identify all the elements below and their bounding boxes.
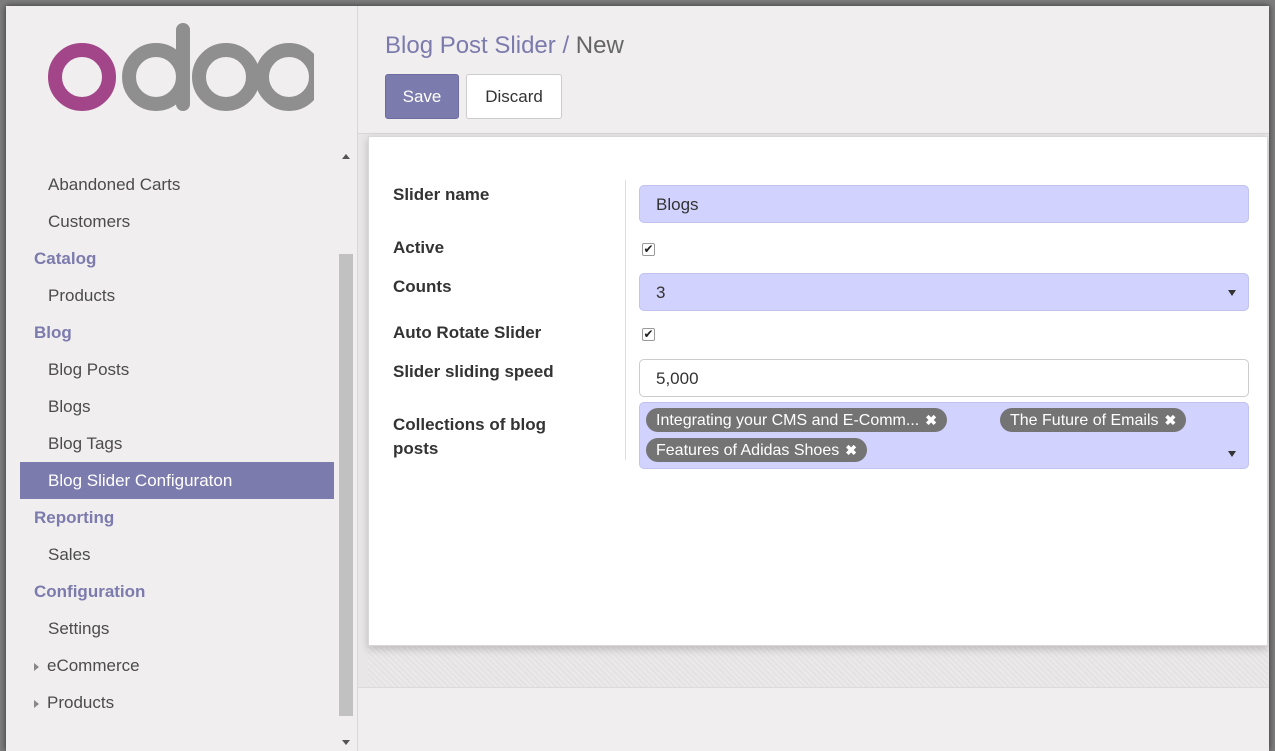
tag-label: Features of Adidas Shoes <box>656 442 840 459</box>
active-label: Active <box>393 238 445 257</box>
control-panel: Blog Post Slider / New Save Discard <box>358 6 1269 134</box>
collections-label-line2: posts <box>393 439 439 458</box>
caret-right-icon <box>34 662 39 671</box>
form-divider <box>625 180 626 460</box>
slider-name-input[interactable]: Blogs <box>639 185 1249 223</box>
sidebar-item-blog-slider-configuraton[interactable]: Blog Slider Configuraton <box>20 462 334 499</box>
sidebar-header-reporting: Reporting <box>20 499 334 536</box>
sidebar-item-label: Products <box>48 286 116 305</box>
remove-tag-icon[interactable]: ✖ <box>1165 412 1177 428</box>
app-window: Abandoned Carts Customers Catalog Products B… <box>6 6 1269 751</box>
check-icon: ✔ <box>643 327 654 341</box>
check-icon: ✔ <box>643 242 654 256</box>
sidebar-item-label: Settings <box>48 619 110 638</box>
remove-tag-icon[interactable]: ✖ <box>845 442 857 458</box>
save-button[interactable]: Save <box>385 74 459 119</box>
tag-label: The Future of Emails <box>1010 412 1159 429</box>
sidebar-item-blog-tags[interactable]: Blog Tags <box>20 425 334 462</box>
sidebar-menu: Abandoned Carts Customers Catalog Products B… <box>20 166 334 721</box>
sidebar-item-label: Customers <box>48 212 131 231</box>
sidebar-item-label: eCommerce <box>47 656 140 675</box>
collections-tags-input[interactable]: Integrating your CMS and E-Comm... ✖ The … <box>639 402 1249 469</box>
sidebar-item-blogs[interactable]: Blogs <box>20 388 334 425</box>
sidebar-item-products[interactable]: Products <box>20 277 334 314</box>
sidebar-item-label: Abandoned Carts <box>48 175 181 194</box>
auto-rotate-label: Auto Rotate Slider <box>393 323 542 342</box>
sidebar-header-catalog: Catalog <box>20 240 334 277</box>
odoo-logo <box>48 23 314 111</box>
sidebar-item-label: Blogs <box>48 397 91 416</box>
sidebar-header-label: Configuration <box>34 582 146 601</box>
tag-label: Integrating your CMS and E-Comm... <box>656 412 920 429</box>
sidebar-header-label: Catalog <box>34 249 97 268</box>
sidebar-item-products[interactable]: Products <box>20 684 334 721</box>
counts-value: 3 <box>656 283 666 302</box>
breadcrumb-separator: / <box>562 32 570 59</box>
sidebar-item-ecommerce[interactable]: eCommerce <box>20 647 334 684</box>
counts-select[interactable]: 3 <box>639 273 1249 311</box>
scroll-down-arrow-icon[interactable] <box>342 740 350 745</box>
main-content: Blog Post Slider / New Save Discard Slid… <box>358 6 1269 751</box>
tag-chip[interactable]: Integrating your CMS and E-Comm... ✖ <box>646 408 947 432</box>
collections-label: Collections of blog posts <box>393 413 546 461</box>
sidebar-item-label: Products <box>47 693 115 712</box>
auto-rotate-checkbox[interactable]: ✔ <box>642 328 655 341</box>
sidebar-item-abandoned-carts[interactable]: Abandoned Carts <box>20 166 334 203</box>
sidebar-item-label: Blog Posts <box>48 360 130 379</box>
speed-input[interactable]: 5,000 <box>639 359 1249 397</box>
dropdown-arrow-icon <box>1228 290 1236 296</box>
breadcrumb: Blog Post Slider / New <box>385 32 624 60</box>
sidebar-item-label: Blog Tags <box>48 434 123 453</box>
breadcrumb-parent-link[interactable]: Blog Post Slider <box>385 32 556 59</box>
sheet-bottom-hatch <box>368 647 1268 687</box>
sidebar-item-label: Sales <box>48 545 91 564</box>
sidebar-header-label: Blog <box>34 323 72 342</box>
form-sheet: Slider name Active Counts Auto Rotate Sl… <box>368 136 1268 646</box>
breadcrumb-current: New <box>575 32 624 59</box>
slider-name-label: Slider name <box>393 185 490 204</box>
scroll-thumb[interactable] <box>339 254 353 716</box>
sidebar-header-blog: Blog <box>20 314 334 351</box>
sidebar-item-customers[interactable]: Customers <box>20 203 334 240</box>
sidebar-item-settings[interactable]: Settings <box>20 610 334 647</box>
tag-chip[interactable]: The Future of Emails ✖ <box>1000 408 1187 432</box>
sidebar-item-label: Blog Slider Configuraton <box>48 471 233 490</box>
sidebar-scrollbar[interactable] <box>336 144 356 751</box>
sidebar-item-blog-posts[interactable]: Blog Posts <box>20 351 334 388</box>
sidebar-header-configuration: Configuration <box>20 573 334 610</box>
speed-label: Slider sliding speed <box>393 362 554 381</box>
chatter-area <box>358 687 1269 751</box>
sidebar: Abandoned Carts Customers Catalog Products B… <box>6 6 358 751</box>
tag-chip[interactable]: Features of Adidas Shoes ✖ <box>646 438 867 462</box>
discard-button[interactable]: Discard <box>466 74 562 119</box>
counts-label: Counts <box>393 277 452 296</box>
collections-label-line1: Collections of blog <box>393 415 546 434</box>
active-checkbox[interactable]: ✔ <box>642 243 655 256</box>
sidebar-item-sales[interactable]: Sales <box>20 536 334 573</box>
remove-tag-icon[interactable]: ✖ <box>925 412 937 428</box>
dropdown-arrow-icon[interactable] <box>1228 451 1236 457</box>
sidebar-header-label: Reporting <box>34 508 115 527</box>
caret-right-icon <box>34 699 39 708</box>
scroll-up-arrow-icon[interactable] <box>342 154 350 159</box>
